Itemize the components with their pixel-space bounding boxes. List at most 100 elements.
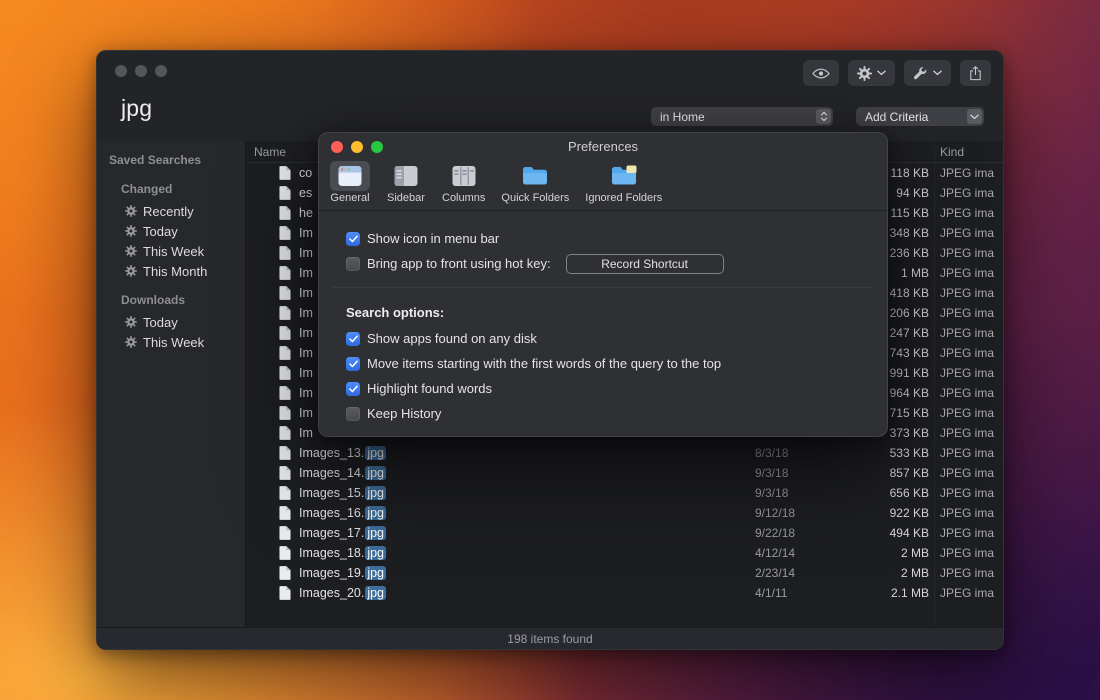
document-icon <box>279 406 291 420</box>
folder-icon <box>515 161 555 191</box>
table-row[interactable]: Images_15.jpg9/3/18656 KBJPEG ima <box>246 483 1003 503</box>
sidebar-item-changed-this-week[interactable]: This Week <box>97 241 245 261</box>
dialog-minimize-button[interactable] <box>351 141 363 153</box>
checkbox-bring-app-to-front-using-hot-key[interactable] <box>346 257 360 271</box>
sidebar-item-changed-today[interactable]: Today <box>97 221 245 241</box>
zoom-button[interactable] <box>155 65 167 77</box>
table-row[interactable]: Images_14.jpg9/3/18857 KBJPEG ima <box>246 463 1003 483</box>
actions-menu-button[interactable] <box>904 60 951 86</box>
table-row[interactable]: Images_17.jpg9/22/18494 KBJPEG ima <box>246 523 1003 543</box>
tab-general[interactable]: General <box>323 161 377 204</box>
search-match-highlight: jpg <box>365 526 386 540</box>
search-match-highlight: jpg <box>365 586 386 600</box>
table-row[interactable]: Images_16.jpg9/12/18922 KBJPEG ima <box>246 503 1003 523</box>
document-icon <box>279 426 291 440</box>
table-row[interactable]: Images_19.jpg2/23/142 MBJPEG ima <box>246 563 1003 583</box>
file-name: Im <box>299 266 313 280</box>
column-header-name[interactable]: Name <box>254 145 286 159</box>
dialog-close-button[interactable] <box>331 141 343 153</box>
status-bar: 198 items found <box>97 627 1003 649</box>
file-size: 715 KB <box>890 406 929 420</box>
close-button[interactable] <box>115 65 127 77</box>
tab-columns[interactable]: Columns <box>435 161 492 204</box>
eye-icon <box>812 68 830 79</box>
document-icon <box>279 266 291 280</box>
document-icon <box>279 586 291 600</box>
document-icon <box>279 166 291 180</box>
sidebar-item-downloads-this-week[interactable]: This Week <box>97 332 245 352</box>
checkbox-highlight-found-words[interactable] <box>346 382 360 396</box>
minimize-button[interactable] <box>135 65 147 77</box>
settings-menu-button[interactable] <box>848 60 895 86</box>
dialog-titlebar[interactable]: Preferences <box>319 133 887 159</box>
document-icon <box>279 506 291 520</box>
file-size: 115 KB <box>891 206 929 220</box>
table-row[interactable]: Images_18.jpg4/12/142 MBJPEG ima <box>246 543 1003 563</box>
document-icon <box>279 306 291 320</box>
sidebar-item-changed-this-month[interactable]: This Month <box>97 261 245 281</box>
file-kind: JPEG ima <box>940 426 994 440</box>
record-shortcut-button[interactable]: Record Shortcut <box>566 254 724 274</box>
checkbox-label: Bring app to front using hot key: <box>367 256 551 271</box>
table-row[interactable]: Images_13.jpg8/3/18533 KBJPEG ima <box>246 443 1003 463</box>
gear-icon <box>857 66 872 81</box>
sidebar-section-header-changed: Changed <box>97 170 245 201</box>
window-titlebar[interactable] <box>97 51 1003 95</box>
preview-button[interactable] <box>803 60 839 86</box>
document-icon <box>279 346 291 360</box>
add-criteria-label: Add Criteria <box>865 110 928 124</box>
tab-sidebar[interactable]: Sidebar <box>379 161 433 204</box>
file-size: 743 KB <box>890 346 929 360</box>
desktop-wallpaper: jpg in Home Add Criteria Saved SearchesC… <box>0 0 1100 700</box>
checkbox-move-items-starting-with-the-first-words-of-the-query-to-the-top[interactable] <box>346 357 360 371</box>
table-row[interactable]: Images_20.jpg4/1/112.1 MBJPEG ima <box>246 583 1003 603</box>
file-size: 418 KB <box>890 286 929 300</box>
preference-option: Show apps found on any disk <box>319 326 887 351</box>
preference-option: Bring app to front using hot key: Record … <box>319 251 887 276</box>
file-kind: JPEG ima <box>940 226 994 240</box>
add-criteria-dropdown[interactable]: Add Criteria <box>856 107 984 126</box>
checkbox-keep-history[interactable] <box>346 407 360 421</box>
file-kind: JPEG ima <box>940 406 994 420</box>
tab-ignored-folders[interactable]: Ignored Folders <box>578 161 669 204</box>
preference-option: Move items starting with the first words… <box>319 351 887 376</box>
column-header-kind[interactable]: Kind <box>940 145 964 159</box>
checkbox-show-icon-in-menu-bar[interactable] <box>346 232 360 246</box>
sidebar-item-downloads-today[interactable]: Today <box>97 312 245 332</box>
file-kind: JPEG ima <box>940 446 994 460</box>
file-size: 656 KB <box>890 486 929 500</box>
file-name: Im <box>299 286 313 300</box>
file-size: 94 KB <box>896 186 929 200</box>
file-name: Im <box>299 306 313 320</box>
file-kind: JPEG ima <box>940 366 994 380</box>
date-modified: 4/1/11 <box>755 586 787 600</box>
file-size: 2.1 MB <box>891 586 929 600</box>
sidebar-icon <box>386 161 426 191</box>
updown-chevrons-icon <box>816 109 831 124</box>
file-size: 206 KB <box>890 306 929 320</box>
smart-folder-gear-icon <box>125 316 137 328</box>
file-size: 922 KB <box>890 506 929 520</box>
share-icon <box>969 65 982 82</box>
search-match-highlight: jpg <box>365 506 386 520</box>
dialog-zoom-button[interactable] <box>371 141 383 153</box>
file-name: Images_17.jpg <box>299 526 386 540</box>
search-match-highlight: jpg <box>365 486 386 500</box>
file-name: Im <box>299 326 313 340</box>
share-button[interactable] <box>960 60 991 86</box>
file-kind: JPEG ima <box>940 186 994 200</box>
search-query[interactable]: jpg <box>121 95 152 122</box>
search-match-highlight: jpg <box>365 466 386 480</box>
preference-option: Show icon in menu bar <box>319 226 887 251</box>
file-kind: JPEG ima <box>940 566 994 580</box>
sidebar-item-changed-recently[interactable]: Recently <box>97 201 245 221</box>
tab-quick-folders[interactable]: Quick Folders <box>494 161 576 204</box>
date-modified: 2/23/14 <box>755 566 795 580</box>
file-name: Im <box>299 386 313 400</box>
checkbox-show-apps-found-on-any-disk[interactable] <box>346 332 360 346</box>
scope-value: in Home <box>660 110 705 124</box>
file-name: Im <box>299 426 313 440</box>
file-size: 236 KB <box>890 246 929 260</box>
scope-dropdown[interactable]: in Home <box>651 107 833 126</box>
sidebar-item-label: Recently <box>143 204 194 219</box>
